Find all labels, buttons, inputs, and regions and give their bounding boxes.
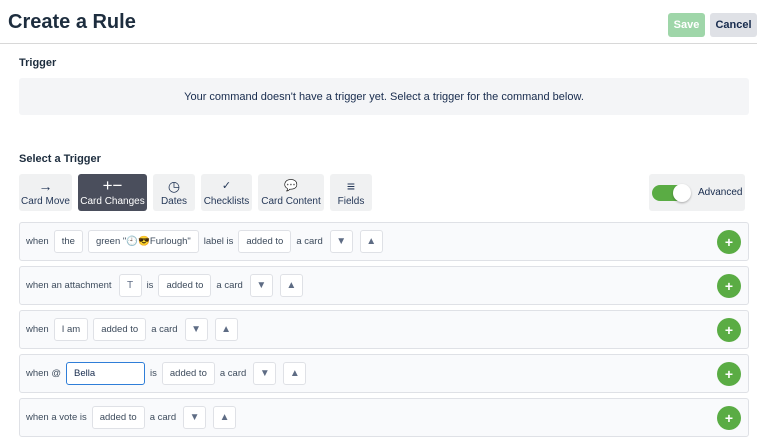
action-select[interactable]: added to — [91, 406, 145, 429]
tab-card-move[interactable]: → Card Move — [19, 174, 72, 211]
filter-icon[interactable]: ▼ — [183, 406, 207, 429]
row-text: is — [150, 368, 157, 379]
row-text: when — [26, 236, 49, 247]
row-text: a card — [151, 324, 178, 335]
who-select[interactable]: I am — [53, 318, 89, 341]
tab-label: Fields — [337, 196, 365, 207]
row-text: when — [26, 324, 49, 335]
advanced-toggle-box: Advanced — [649, 174, 745, 211]
action-select[interactable]: added to — [238, 230, 292, 253]
add-trigger-button[interactable]: + — [717, 406, 741, 430]
comment-icon: 💬 — [284, 180, 298, 192]
tab-label: Card Move — [21, 196, 70, 207]
advanced-label: Advanced — [698, 187, 743, 198]
row-text: a card — [219, 368, 247, 379]
trigger-heading: Trigger — [19, 57, 57, 69]
select-trigger-heading: Select a Trigger — [19, 153, 101, 165]
username-input[interactable]: Bella — [66, 362, 145, 385]
filter-icon[interactable]: ▼ — [249, 274, 273, 297]
trigger-row-attachment: when an attachment T is added to a card … — [19, 266, 749, 305]
tab-checklists[interactable]: ✓ Checklists — [201, 174, 252, 211]
arrow-right-icon: → — [38, 178, 53, 194]
trigger-row-vote: when a vote is added to a card ▼ ▲ + — [19, 398, 749, 437]
the-select[interactable]: the — [53, 230, 83, 253]
row-text: label is — [203, 236, 234, 247]
page-title: Create a Rule — [8, 11, 136, 33]
save-button[interactable]: Save — [668, 13, 705, 37]
text-type-icon[interactable]: T — [118, 274, 142, 297]
row-text: is — [146, 280, 154, 291]
filter-icon[interactable]: ▼ — [253, 362, 277, 385]
trigger-row-member: when I am added to a card ▼ ▲ + — [19, 310, 749, 349]
person-icon[interactable]: ▲ — [359, 230, 383, 253]
action-select[interactable]: added to — [93, 318, 147, 341]
person-icon[interactable]: ▲ — [279, 274, 303, 297]
add-trigger-button[interactable]: + — [717, 362, 741, 386]
tab-label: Checklists — [203, 196, 250, 207]
action-select[interactable]: added to — [158, 274, 212, 297]
advanced-toggle[interactable] — [652, 183, 691, 202]
tab-dates[interactable]: ◷ Dates — [153, 174, 195, 211]
tab-label: Card Changes — [80, 196, 145, 207]
tab-fields[interactable]: ≡ Fields — [330, 174, 372, 211]
tab-card-changes[interactable]: +− Card Changes — [78, 174, 147, 211]
person-icon[interactable]: ▲ — [283, 362, 307, 385]
filter-icon[interactable]: ▼ — [329, 230, 353, 253]
row-text: when a vote is — [26, 412, 87, 423]
person-icon[interactable]: ▲ — [213, 406, 237, 429]
row-text: a card — [296, 236, 323, 247]
trigger-row-label: when the green "🕘😎Furlough" label is add… — [19, 222, 749, 261]
row-text: when an attachment — [26, 280, 112, 291]
tab-card-content[interactable]: 💬 Card Content — [258, 174, 324, 211]
trigger-row-mention: when @ Bella is added to a card ▼ ▲ + — [19, 354, 749, 393]
filter-icon[interactable]: ▼ — [184, 318, 208, 341]
trigger-empty-message: Your command doesn't have a trigger yet.… — [184, 90, 584, 103]
person-icon[interactable]: ▲ — [214, 318, 238, 341]
plus-minus-icon: +− — [102, 176, 123, 195]
tab-label: Dates — [160, 196, 188, 207]
divider — [0, 43, 757, 44]
tab-label: Card Content — [261, 196, 321, 207]
action-select[interactable]: added to — [161, 362, 215, 385]
cancel-button[interactable]: Cancel — [710, 13, 757, 37]
add-trigger-button[interactable]: + — [717, 274, 741, 298]
check-icon: ✓ — [221, 180, 232, 192]
row-text: a card — [149, 412, 177, 423]
add-trigger-button[interactable]: + — [717, 318, 741, 342]
row-text: when @ — [26, 368, 61, 379]
add-trigger-button[interactable]: + — [717, 230, 741, 254]
clock-icon: ◷ — [167, 178, 181, 194]
row-text: a card — [216, 280, 243, 291]
lines-icon: ≡ — [346, 178, 356, 194]
trigger-empty-box: Your command doesn't have a trigger yet.… — [19, 78, 749, 115]
label-select[interactable]: green "🕘😎Furlough" — [87, 230, 199, 253]
